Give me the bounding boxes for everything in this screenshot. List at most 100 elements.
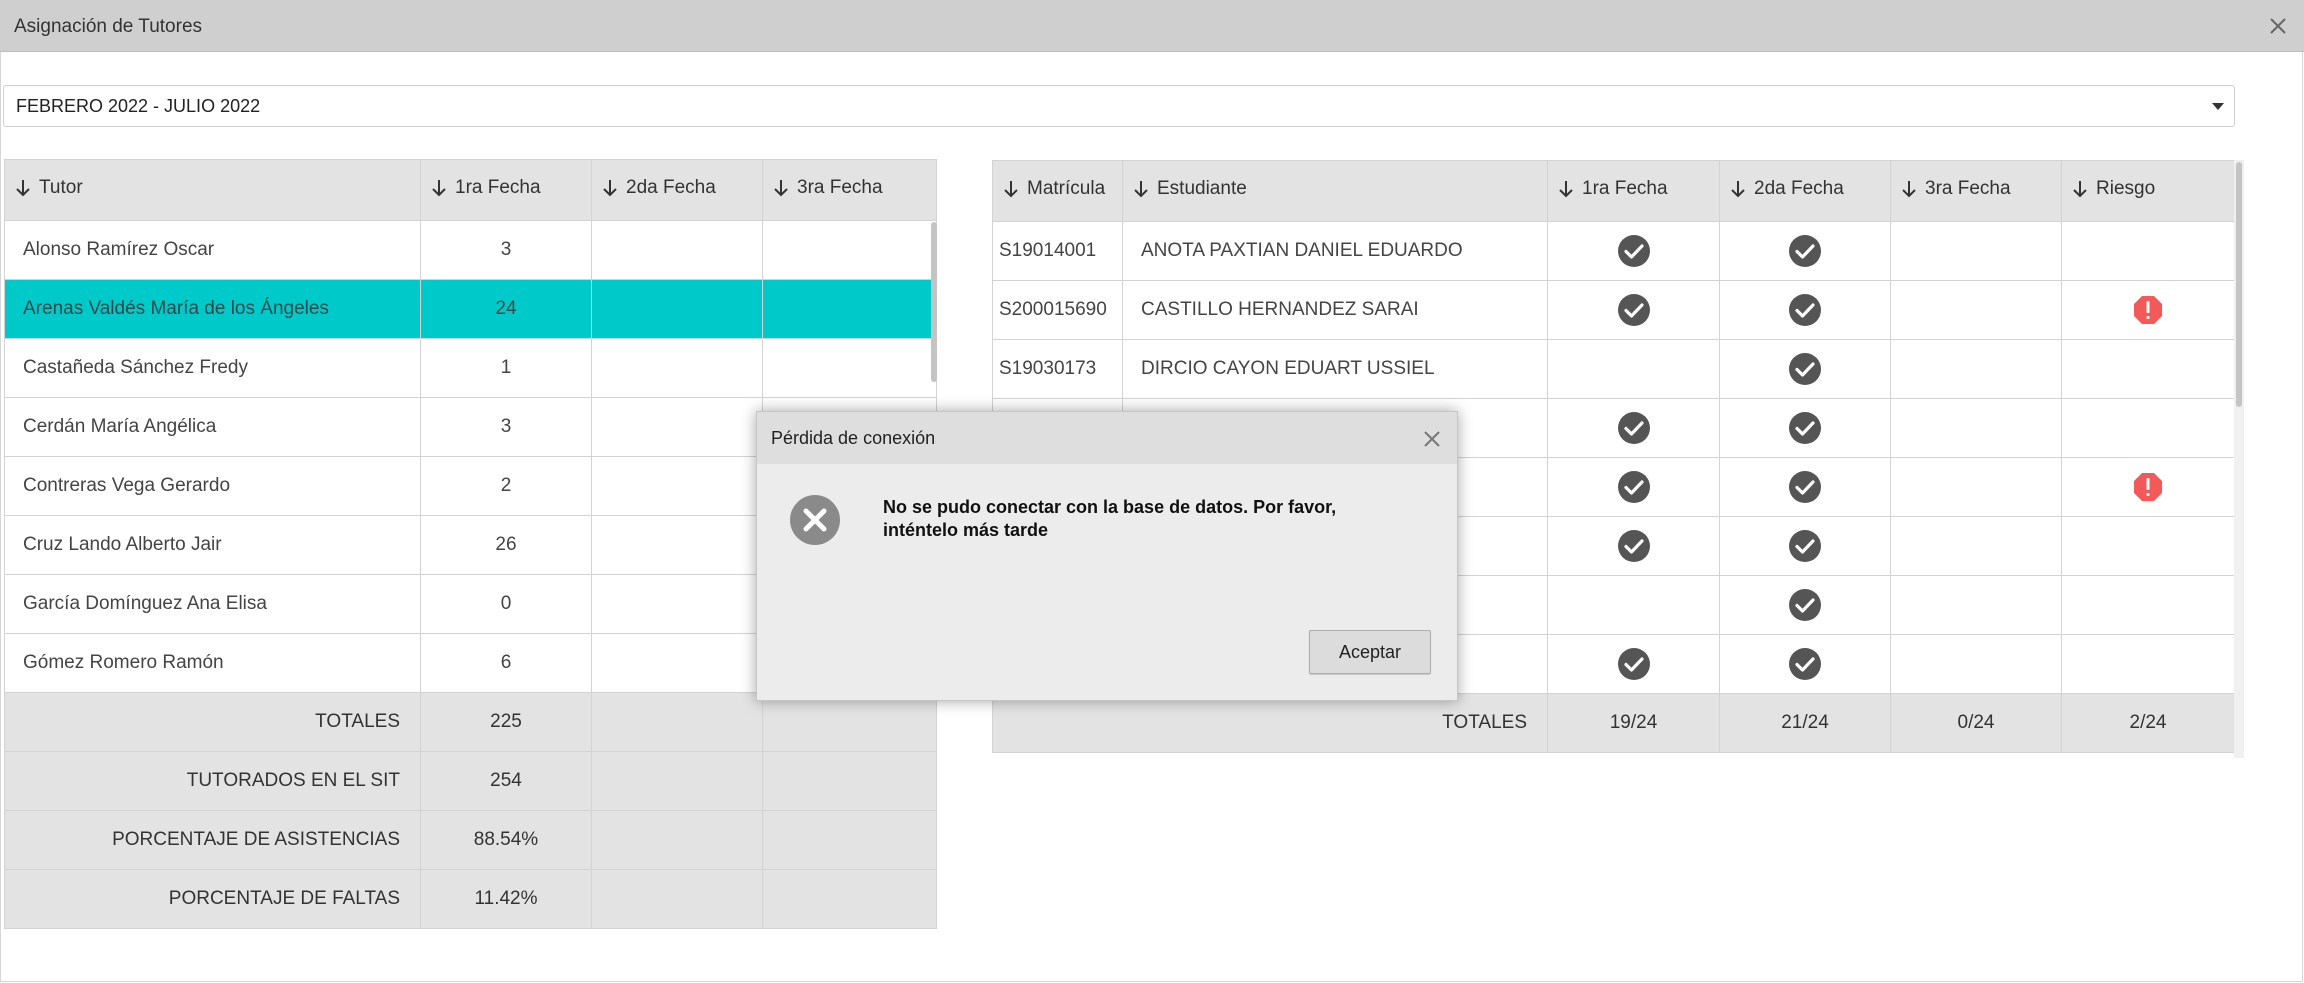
totals-label: TOTALES [992,693,1548,753]
student-id: S19014001 [992,221,1123,281]
check-circle-icon [1789,648,1821,680]
tutor-fecha-2 [591,397,763,457]
summary-fecha-1: 11.42% [420,869,592,929]
col-fecha-3-header-label: 3ra Fecha [1925,178,2011,199]
col-riesgo-header-content: Riesgo [2063,178,2156,200]
student-row[interactable]: S200015690 CASTILLO HERNANDEZ SARAI [992,280,2235,340]
students-totals-row: TOTALES 19/24 21/24 0/24 2/24 [992,693,2235,753]
period-select-value: FEBRERO 2022 - JULIO 2022 [16,96,261,116]
accept-button[interactable]: Aceptar [1309,630,1431,674]
col-fecha-1-header[interactable]: 1ra Fecha [420,159,592,221]
col-fecha-3-header-label: 3ra Fecha [797,177,883,198]
col-tutor-header-label: Tutor [39,177,83,198]
student-risk [2061,516,2235,576]
col-fecha-1-header[interactable]: 1ra Fecha [1547,160,1720,222]
student-fecha-1 [1547,575,1720,635]
tutor-fecha-3 [762,338,937,398]
student-fecha-2 [1719,457,1891,517]
tutor-fecha-2 [591,574,763,634]
arrow-down-icon [1902,181,1916,198]
error-icon [790,495,840,545]
tutor-row[interactable]: Arenas Valdés María de los Ángeles 24 [4,279,937,339]
col-fecha-2-header[interactable]: 2da Fecha [591,159,763,221]
tutor-name: Cruz Lando Alberto Jair [4,515,421,575]
summary-label: PORCENTAJE DE FALTAS [4,869,421,929]
tutor-fecha-1: 3 [420,397,592,457]
tutor-summary-row: TUTORADOS EN EL SIT 254 [4,751,937,811]
tutor-fecha-1: 6 [420,633,592,693]
tutor-fecha-2 [591,279,763,339]
close-icon[interactable] [1421,428,1443,450]
summary-label: PORCENTAJE DE ASISTENCIAS [4,810,421,870]
col-tutor-header[interactable]: Tutor [4,159,421,221]
arrow-down-icon [774,180,788,197]
totals-riesgo: 2/24 [2061,693,2235,753]
check-circle-icon [1617,648,1650,680]
col-fecha-2-header-label: 2da Fecha [626,177,716,198]
dialog-header: Pérdida de conexión [757,412,1457,464]
student-fecha-3 [1890,516,2062,576]
tutor-fecha-2 [591,456,763,516]
students-header-row: Matrícula Estudiante 1ra Fecha 2da Fecha 3ra… [992,160,2235,222]
students-scrollbar[interactable] [2234,160,2244,758]
totals-fecha-2: 21/24 [1719,693,1891,753]
student-risk [2061,280,2235,340]
col-fecha-3-header[interactable]: 3ra Fecha [1890,160,2062,222]
tutor-row[interactable]: Castañeda Sánchez Fredy 1 [4,338,937,398]
student-fecha-3 [1890,339,2062,399]
close-icon[interactable] [2264,12,2292,40]
arrow-down-icon [1731,181,1745,198]
student-risk [2061,221,2235,281]
tutor-name: Contreras Vega Gerardo [4,456,421,516]
col-fecha-1-header-content: 1ra Fecha [1549,178,1668,200]
col-fecha-2-header-label: 2da Fecha [1754,178,1844,199]
student-fecha-1 [1547,398,1720,458]
student-name: CASTILLO HERNANDEZ SARAI [1122,280,1548,340]
col-estudiante-header-content: Estudiante [1124,178,1247,200]
tutor-fecha-2 [591,515,763,575]
student-row[interactable]: S19030173 DIRCIO CAYON EDUART USSIEL [992,339,2235,399]
col-fecha-2-header-content: 2da Fecha [593,177,716,199]
students-scroll-thumb[interactable] [2236,162,2242,407]
tutor-row[interactable]: Alonso Ramírez Oscar 3 [4,220,937,280]
summary-fecha-1: 88.54% [420,810,592,870]
arrow-down-icon [16,180,30,197]
col-matricula-header[interactable]: Matrícula [992,160,1123,222]
summary-fecha-3 [762,810,937,870]
tutor-fecha-1: 26 [420,515,592,575]
check-circle-icon [1789,412,1821,444]
col-riesgo-header-label: Riesgo [2096,178,2156,199]
period-select[interactable]: FEBRERO 2022 - JULIO 2022 [3,85,2235,127]
tutors-scrollbar[interactable] [931,222,937,382]
tutor-summary-row: PORCENTAJE DE ASISTENCIAS 88.54% [4,810,937,870]
alert-icon [2134,296,2162,324]
student-fecha-2 [1719,339,1891,399]
summary-label: TUTORADOS EN EL SIT [4,751,421,811]
summary-fecha-2 [591,869,763,929]
check-circle-icon [1617,530,1650,562]
arrow-down-icon [1559,181,1573,198]
summary-fecha-3 [762,692,937,752]
tutor-fecha-2 [591,633,763,693]
student-id: S200015690 [992,280,1123,340]
col-tutor-header-content: Tutor [6,177,83,199]
check-circle-icon [1617,294,1650,326]
check-circle-icon [1789,235,1821,267]
tutor-fecha-2 [591,338,763,398]
student-fecha-2 [1719,398,1891,458]
student-row[interactable]: S19014001 ANOTA PAXTIAN DANIEL EDUARDO [992,221,2235,281]
student-fecha-1 [1547,457,1720,517]
col-fecha-3-header[interactable]: 3ra Fecha [762,159,937,221]
arrow-down-icon [603,180,617,197]
col-riesgo-header[interactable]: Riesgo [2061,160,2235,222]
col-estudiante-header[interactable]: Estudiante [1122,160,1548,222]
totals-fecha-1: 19/24 [1547,693,1720,753]
tutor-name: Alonso Ramírez Oscar [4,220,421,280]
col-fecha-2-header[interactable]: 2da Fecha [1719,160,1891,222]
tutor-fecha-1: 3 [420,220,592,280]
summary-fecha-3 [762,869,937,929]
tutor-name: Castañeda Sánchez Fredy [4,338,421,398]
alert-icon [2134,473,2162,501]
student-risk [2061,339,2235,399]
col-matricula-header-content: Matrícula [994,178,1105,200]
